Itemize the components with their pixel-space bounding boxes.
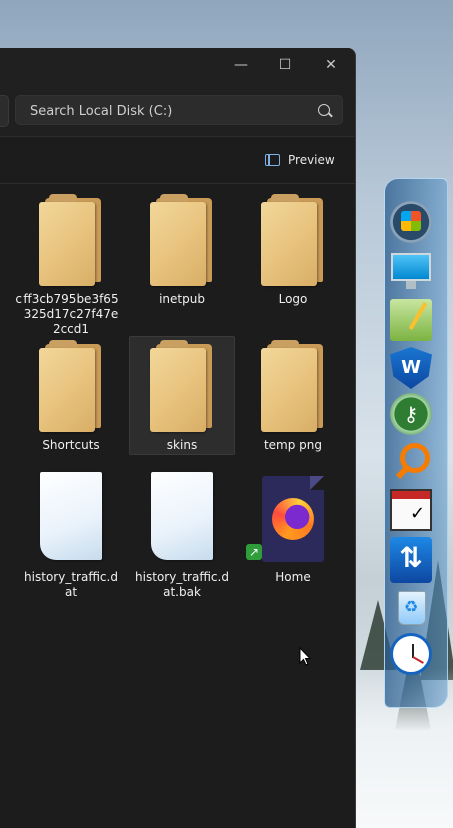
folder-icon: [150, 340, 214, 432]
file-item[interactable]: history_traffic.dat: [19, 472, 123, 600]
document-icon: [36, 472, 106, 564]
monitor-icon[interactable]: [390, 251, 432, 293]
folder-icon: [39, 340, 103, 432]
arrows-icon[interactable]: ⇅: [390, 537, 432, 583]
search-box[interactable]: [15, 95, 343, 126]
folder-item[interactable]: Shortcuts: [19, 340, 123, 453]
folder-icon: [261, 340, 325, 432]
maximize-button[interactable]: ☐: [270, 54, 300, 76]
checklist-icon[interactable]: ✓: [390, 489, 432, 531]
item-label: temp png: [263, 438, 323, 452]
close-button[interactable]: ✕: [316, 54, 346, 76]
item-label: Home: [275, 570, 311, 584]
document-icon: [147, 472, 217, 564]
folder-icon: [261, 194, 325, 286]
notepad-icon[interactable]: [390, 299, 432, 341]
address-row: [0, 82, 355, 136]
preview-label: Preview: [288, 153, 335, 167]
file-item[interactable]: history_traffic.dat.bak: [130, 472, 234, 600]
folder-item[interactable]: temp png: [241, 340, 345, 453]
shield-icon[interactable]: W: [390, 347, 432, 389]
folder-icon: [39, 194, 103, 286]
key-icon[interactable]: ⚷: [390, 393, 432, 435]
folder-icon: [0, 194, 2, 286]
item-label: history_traffic.dat.bak: [135, 570, 229, 599]
item-label: Shortcuts: [42, 438, 100, 452]
address-bar[interactable]: [0, 95, 9, 127]
windows-start-icon[interactable]: [390, 201, 432, 243]
preview-pane-icon: [265, 154, 280, 166]
file-explorer-window: — ☐ ✕ Preview c ff3cb795be3f65325d17c27f…: [0, 48, 356, 828]
item-label: skins: [166, 438, 198, 452]
item-label: Logo: [278, 292, 308, 306]
clock-icon[interactable]: [390, 633, 432, 675]
desktop-dock: W ⚷ ✓ ⇅ ♻: [384, 178, 448, 708]
mouse-cursor-icon: [299, 646, 312, 671]
recycle-bin-icon[interactable]: ♻: [390, 587, 432, 629]
preview-pane-button[interactable]: Preview: [265, 149, 335, 171]
firefox-icon: ↗: [246, 476, 326, 564]
folder-item[interactable]: Logo: [241, 194, 345, 307]
minimize-button[interactable]: —: [226, 54, 256, 76]
shortcut-item[interactable]: ↗ Home: [241, 476, 345, 585]
item-label: ff3cb795be3f65325d17c27f47e2ccd1: [23, 292, 119, 336]
item-label: history_traffic.dat: [24, 570, 118, 599]
folder-item-selected[interactable]: skins: [129, 336, 235, 455]
command-bar: Preview: [0, 136, 355, 184]
folder-icon: [150, 194, 214, 286]
search-icon[interactable]: [390, 441, 432, 483]
title-bar: — ☐ ✕: [0, 48, 355, 82]
folder-item[interactable]: ff3cb795be3f65325d17c27f47e2ccd1: [19, 194, 123, 337]
search-icon[interactable]: [318, 104, 330, 116]
search-input[interactable]: [16, 96, 322, 126]
item-label: inetpub: [159, 292, 205, 306]
folder-item[interactable]: inetpub: [130, 194, 234, 307]
shortcut-arrow-icon: ↗: [246, 544, 262, 560]
